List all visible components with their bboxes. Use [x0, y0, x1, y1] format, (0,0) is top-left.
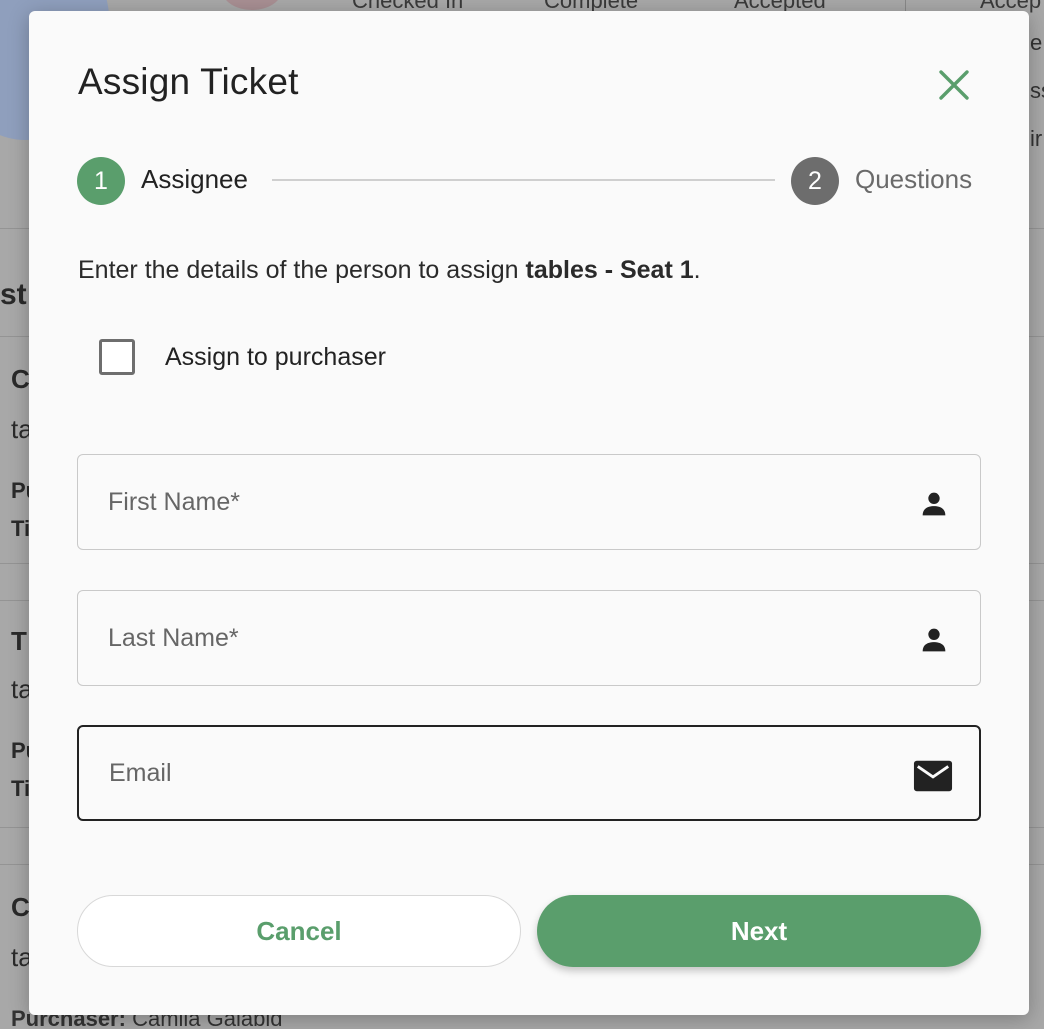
- person-icon: [914, 620, 954, 660]
- email-input[interactable]: [109, 727, 889, 819]
- background-text-fragment: Ti: [11, 516, 31, 541]
- background-chart-segment: [222, 0, 282, 10]
- close-button[interactable]: [934, 65, 974, 105]
- assign-to-purchaser-option[interactable]: Assign to purchaser: [99, 337, 386, 377]
- person-icon: [914, 484, 954, 524]
- background-text-fragment: ir: [1030, 126, 1043, 151]
- background-text-fragment: C: [11, 892, 30, 922]
- dialog-title: Assign Ticket: [78, 61, 299, 102]
- mail-icon: [913, 756, 953, 796]
- background-text-fragment: ss: [1030, 78, 1044, 103]
- intro-suffix: .: [693, 256, 701, 284]
- step-2-indicator: 2: [791, 157, 839, 205]
- last-name-input[interactable]: [108, 591, 888, 685]
- first-name-input[interactable]: [108, 455, 888, 549]
- background-text-fragment: T: [11, 626, 27, 656]
- background-text-fragment: Ti: [11, 776, 31, 801]
- step-1-label: Assignee: [141, 164, 248, 194]
- cancel-button[interactable]: Cancel: [77, 895, 521, 967]
- email-field[interactable]: [77, 725, 981, 821]
- intro-text: Enter the details of the person to assig…: [78, 256, 701, 285]
- background-text-fragment: C: [11, 364, 30, 394]
- first-name-field[interactable]: [77, 454, 981, 550]
- stepper: 1 Assignee 2 Questions: [77, 156, 982, 205]
- assign-ticket-dialog: Assign Ticket 1 Assignee 2 Questions Ent…: [29, 11, 1029, 1015]
- step-2-label: Questions: [855, 164, 973, 194]
- assign-to-purchaser-label: Assign to purchaser: [165, 342, 386, 371]
- last-name-field[interactable]: [77, 590, 981, 686]
- assign-to-purchaser-checkbox[interactable]: [99, 339, 135, 375]
- close-icon: [939, 70, 969, 100]
- stepper-connector: [272, 179, 775, 181]
- intro-prefix: Enter the details of the person to assig…: [78, 256, 526, 284]
- background-text-fragment: e: [1030, 30, 1043, 55]
- ticket-name: tables - Seat 1: [525, 256, 694, 284]
- next-button[interactable]: Next: [537, 895, 981, 967]
- step-1-indicator: 1: [77, 157, 125, 205]
